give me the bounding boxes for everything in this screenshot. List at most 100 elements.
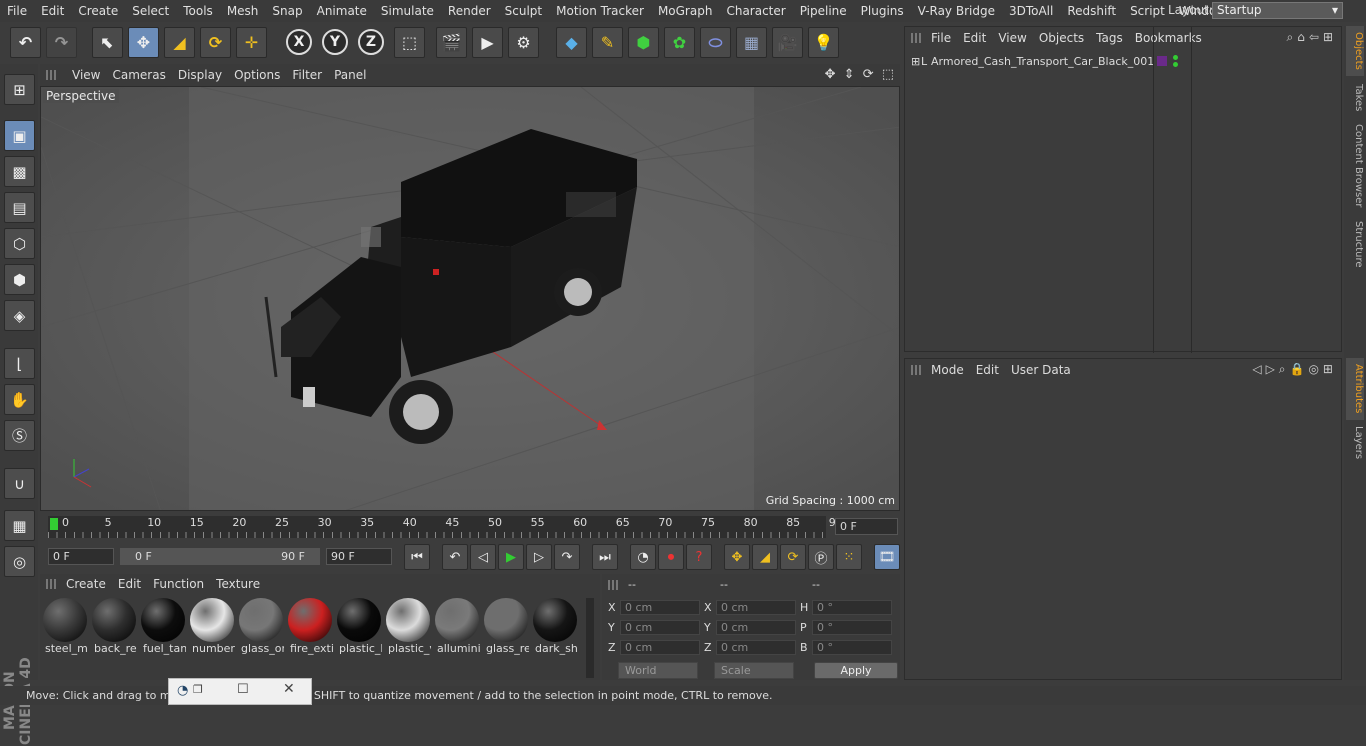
menu-mesh[interactable]: Mesh xyxy=(220,4,266,18)
attribute-menu-user-data[interactable]: User Data xyxy=(1005,363,1077,377)
material-swatch[interactable]: steel_ma xyxy=(42,598,88,655)
attribute-toolbar-icons[interactable]: ◁▷⌕🔒◎⊞ xyxy=(1252,362,1337,377)
redo-icon[interactable]: ↷ xyxy=(46,27,77,58)
object-menu-file[interactable]: File xyxy=(925,31,957,45)
cube-primitive-icon[interactable]: ◆ xyxy=(556,27,587,58)
coord-value-field[interactable]: 0 ° xyxy=(812,640,892,655)
object-toolbar-icons[interactable]: ⌕⌂⇦⊞ xyxy=(1287,30,1337,45)
magnet-icon[interactable]: ∪ xyxy=(4,468,35,499)
object-menu-view[interactable]: View xyxy=(992,31,1032,45)
texture-mode-icon[interactable]: ▩ xyxy=(4,156,35,187)
x-axis-lock-button[interactable]: X xyxy=(286,29,312,55)
subdivision-icon[interactable]: ⬢ xyxy=(628,27,659,58)
object-menu-bookmarks[interactable]: Bookmarks xyxy=(1129,31,1208,45)
menu-script[interactable]: Script xyxy=(1123,4,1172,18)
start-frame-field[interactable]: 0 F xyxy=(48,548,114,565)
object-menu-edit[interactable]: Edit xyxy=(957,31,992,45)
menu-mograph[interactable]: MoGraph xyxy=(651,4,720,18)
menu-sculpt[interactable]: Sculpt xyxy=(498,4,549,18)
undo-icon[interactable]: ↶ xyxy=(10,27,41,58)
material-swatch[interactable]: back_ref xyxy=(91,598,137,655)
attribute-menu-mode[interactable]: Mode xyxy=(925,363,970,377)
record-keys-icon[interactable]: ◔ xyxy=(630,544,656,570)
tab-structure[interactable]: Structure xyxy=(1346,216,1364,272)
material-swatch[interactable]: fire_exti xyxy=(287,598,333,655)
3d-viewport[interactable]: Perspective Grid Spacing : 1000 cm xyxy=(40,86,900,511)
viewport-title[interactable]: Perspective xyxy=(43,89,119,103)
key-scale-icon[interactable]: ◢ xyxy=(752,544,778,570)
light-icon[interactable]: 💡 xyxy=(808,27,839,58)
coord-value-field[interactable]: 0 cm xyxy=(620,620,700,635)
edges-mode-icon[interactable]: ⬢ xyxy=(4,264,35,295)
end-frame-field[interactable]: 90 F xyxy=(326,548,392,565)
coordinate-system-dropdown[interactable]: World xyxy=(618,662,698,679)
scale-mode-dropdown[interactable]: Scale xyxy=(714,662,794,679)
menu-redshift[interactable]: Redshift xyxy=(1060,4,1123,18)
menu-3dtoall[interactable]: 3DToAll xyxy=(1002,4,1060,18)
play-icon[interactable]: ▶ xyxy=(498,544,524,570)
grid-lock-icon[interactable]: ▦ xyxy=(4,510,35,541)
coord-value-field[interactable]: 0 cm xyxy=(620,640,700,655)
floor-icon[interactable]: ▦ xyxy=(736,27,767,58)
material-swatch[interactable]: allumini xyxy=(434,598,480,655)
workplane-icon[interactable]: ▤ xyxy=(4,192,35,223)
material-swatch[interactable]: dark_sh xyxy=(532,598,578,655)
viewport-menu-filter[interactable]: Filter xyxy=(286,68,328,82)
pen-spline-icon[interactable]: ✎ xyxy=(592,27,623,58)
go-to-end-icon[interactable]: ⏭ xyxy=(592,544,618,570)
tab-layers[interactable]: Layers xyxy=(1346,422,1364,462)
material-menu-edit[interactable]: Edit xyxy=(112,577,147,591)
key-parameter-icon[interactable]: Ⓟ xyxy=(808,544,834,570)
cloner-icon[interactable]: ✿ xyxy=(664,27,695,58)
material-swatch[interactable]: plastic_v xyxy=(385,598,431,655)
viewport-nav-icons[interactable]: ✥ ⇕ ⟳ ⬚ xyxy=(825,67,896,82)
current-frame-field[interactable]: 0 F xyxy=(835,518,898,535)
z-axis-lock-button[interactable]: Z xyxy=(358,29,384,55)
keyframe-selection-icon[interactable]: ? xyxy=(686,544,712,570)
menu-animate[interactable]: Animate xyxy=(310,4,374,18)
object-menu-tags[interactable]: Tags xyxy=(1090,31,1129,45)
restore-icon[interactable]: ❐ xyxy=(193,683,203,696)
material-swatch[interactable]: number xyxy=(189,598,235,655)
render-view-icon[interactable]: 🎬 xyxy=(436,27,467,58)
key-rotation-icon[interactable]: ⟳ xyxy=(780,544,806,570)
menu-file[interactable]: File xyxy=(0,4,34,18)
tab-attributes[interactable]: Attributes xyxy=(1346,358,1364,420)
apply-button[interactable]: Apply xyxy=(814,662,898,679)
previous-key-icon[interactable]: ↶ xyxy=(442,544,468,570)
coord-value-field[interactable]: 0 cm xyxy=(716,640,796,655)
tab-objects[interactable]: Objects xyxy=(1346,26,1364,76)
menu-snap[interactable]: Snap xyxy=(265,4,309,18)
maximize-icon[interactable]: ☐ xyxy=(237,682,249,697)
autokey-icon[interactable]: ⏺ xyxy=(658,544,684,570)
material-scrollbar[interactable] xyxy=(586,598,594,678)
preview-range-slider[interactable]: 0 F 90 F xyxy=(120,548,320,565)
sculpt-icon[interactable]: ◎ xyxy=(4,546,35,577)
select-tool-icon[interactable]: ⬉ xyxy=(92,27,123,58)
material-swatch[interactable]: fuel_tan xyxy=(140,598,186,655)
tab-content-browser[interactable]: Content Browser xyxy=(1346,120,1364,212)
polygons-mode-icon[interactable]: ◈ xyxy=(4,300,35,331)
next-key-icon[interactable]: ↷ xyxy=(554,544,580,570)
object-row[interactable]: ⊞ L Armored_Cash_Transport_Car_Black_001 xyxy=(907,53,1154,71)
editor-visibility-dot[interactable] xyxy=(1173,55,1178,60)
menu-edit[interactable]: Edit xyxy=(34,4,71,18)
close-icon[interactable]: ✕ xyxy=(283,681,295,697)
transform-tool-icon[interactable]: ✛ xyxy=(236,27,267,58)
axis-mode-icon[interactable]: ⌊ xyxy=(4,348,35,379)
viewport-menu-view[interactable]: View xyxy=(66,68,106,82)
menu-plugins[interactable]: Plugins xyxy=(854,4,911,18)
render-visibility-dot[interactable] xyxy=(1173,62,1178,67)
material-menu-texture[interactable]: Texture xyxy=(210,577,266,591)
menu-select[interactable]: Select xyxy=(125,4,176,18)
coord-value-field[interactable]: 0 cm xyxy=(716,620,796,635)
coord-value-field[interactable]: 0 cm xyxy=(620,600,700,615)
key-position-icon[interactable]: ✥ xyxy=(724,544,750,570)
menu-motion-tracker[interactable]: Motion Tracker xyxy=(549,4,651,18)
next-frame-icon[interactable]: ▷ xyxy=(526,544,552,570)
expand-icon[interactable]: ⊞ xyxy=(911,53,920,71)
material-swatch[interactable]: glass_re xyxy=(483,598,529,655)
y-axis-lock-button[interactable]: Y xyxy=(322,29,348,55)
go-to-start-icon[interactable]: ⏮ xyxy=(404,544,430,570)
tweak-mode-icon[interactable]: ✋ xyxy=(4,384,35,415)
